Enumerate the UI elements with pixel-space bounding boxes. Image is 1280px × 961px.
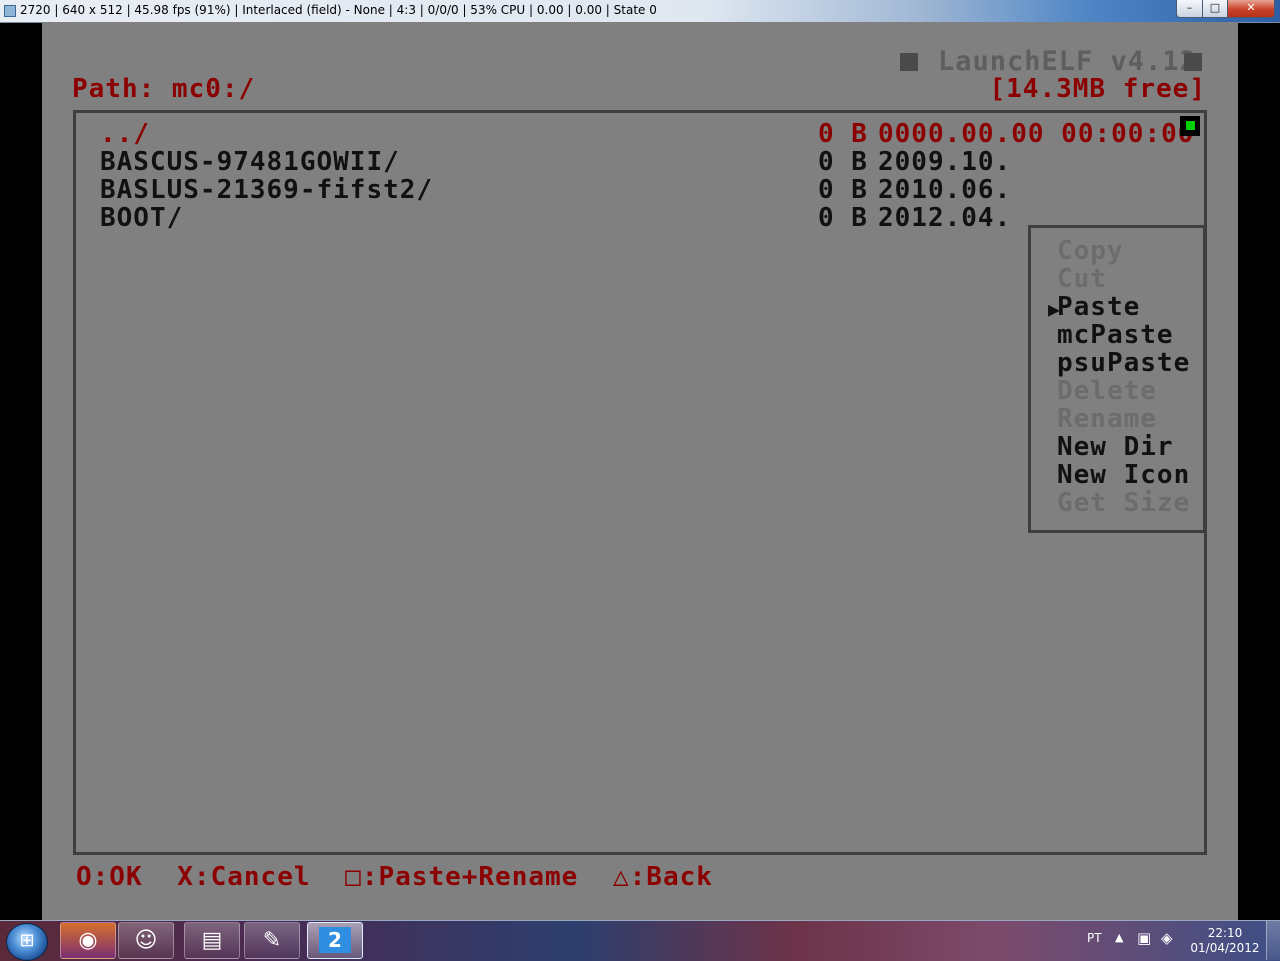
hint-cancel: X:Cancel (177, 862, 311, 892)
menu-item-rename[interactable]: Rename (1057, 404, 1157, 434)
start-button[interactable]: ⊞ (6, 923, 48, 961)
file-name: BOOT/ (100, 203, 184, 233)
pcsx2-app-icon (4, 5, 16, 17)
window-title: 2720 | 640 x 512 | 45.98 fps (91%) | Int… (20, 3, 657, 17)
hint-back: △:Back (612, 862, 713, 892)
file-size: 0 B (818, 203, 868, 233)
file-date: 0000.00.00 00:00:00 (878, 119, 1195, 149)
show-desktop-button[interactable] (1266, 921, 1280, 960)
hint-ok: O:OK (76, 862, 143, 892)
clock[interactable]: 22:10 01/04/2012 (1190, 926, 1260, 956)
file-size: 0 B (818, 147, 868, 177)
title-right-square-icon (1184, 53, 1202, 71)
file-name: BASLUS-21369-fifst2/ (100, 175, 434, 205)
network-icon[interactable]: ▣ (1137, 929, 1151, 947)
file-row[interactable]: BOOT/ 0 B 2012.04. (100, 203, 1010, 233)
menu-item-delete[interactable]: Delete (1057, 376, 1157, 406)
paint-icon[interactable]: ✎ (244, 922, 300, 959)
selection-indicator-icon (1180, 116, 1200, 136)
volume-icon[interactable]: ◈ (1161, 929, 1173, 947)
context-menu: ▶ Copy Cut Paste mcPaste psuPaste Delete… (1028, 225, 1206, 533)
show-hidden-icons-icon[interactable]: ▲ (1115, 931, 1123, 944)
clock-date: 01/04/2012 (1190, 941, 1260, 955)
title-left-square-icon (900, 53, 918, 71)
file-row[interactable]: BASLUS-21369-fifst2/ 0 B 2010.06. (100, 175, 1010, 205)
pcsx2-icon: 2 (319, 927, 351, 953)
language-indicator[interactable]: PT (1087, 931, 1102, 945)
explorer-icon[interactable]: ▤ (184, 922, 240, 959)
menu-item-paste[interactable]: Paste (1057, 292, 1140, 322)
file-name: BASCUS-97481GOWII/ (100, 147, 400, 177)
file-date: 2009.10. (878, 147, 1012, 177)
clock-time: 22:10 (1207, 926, 1243, 940)
menu-item-get-size[interactable]: Get Size (1057, 488, 1190, 518)
maximize-button[interactable]: □ (1202, 0, 1228, 18)
file-row[interactable]: BASCUS-97481GOWII/ 0 B 2009.10. (100, 147, 1010, 177)
button-hint-bar: O:OK X:Cancel □:Paste+Rename △:Back (76, 862, 731, 892)
file-list-panel: ../ 0 B 0000.00.00 00:00:00 BASCUS-97481… (73, 110, 1207, 855)
emulator-screen: LaunchELF v4.12 Path: mc0:/ [14.3MB free… (42, 22, 1238, 920)
file-date: 2012.04. (878, 203, 1012, 233)
file-date: 2010.06. (878, 175, 1012, 205)
hint-paste-rename: □:Paste+Rename (345, 862, 579, 892)
menu-item-new-icon[interactable]: New Icon (1057, 460, 1190, 490)
close-button[interactable]: ✕ (1227, 0, 1275, 18)
menu-item-psupaste[interactable]: psuPaste (1057, 348, 1190, 378)
window-title-bar[interactable]: 2720 | 640 x 512 | 45.98 fps (91%) | Int… (0, 0, 1280, 23)
file-row-parent[interactable]: ../ 0 B 0000.00.00 00:00:00 (100, 119, 1193, 149)
minimize-button[interactable]: – (1176, 0, 1203, 18)
file-size: 0 B (818, 119, 868, 149)
current-path: Path: mc0:/ (72, 74, 256, 104)
pcsx2-taskbar-button[interactable]: 2 (307, 922, 363, 959)
menu-item-new-dir[interactable]: New Dir (1057, 432, 1174, 462)
menu-item-cut[interactable]: Cut (1057, 264, 1107, 294)
firefox-icon[interactable]: ◉ (60, 922, 116, 959)
app-title: LaunchELF v4.12 (938, 46, 1197, 77)
file-size: 0 B (818, 175, 868, 205)
menu-item-mcpaste[interactable]: mcPaste (1057, 320, 1174, 350)
taskbar: ⊞ ◉ ☺ ▤ ✎ 2 PT ▲ ▣ ◈ 22:10 01/04/2012 (0, 920, 1280, 961)
messenger-icon[interactable]: ☺ (118, 922, 174, 959)
menu-item-copy[interactable]: Copy (1057, 236, 1124, 266)
free-space-label: [14.3MB free] (989, 74, 1206, 104)
file-name: ../ (100, 119, 150, 149)
